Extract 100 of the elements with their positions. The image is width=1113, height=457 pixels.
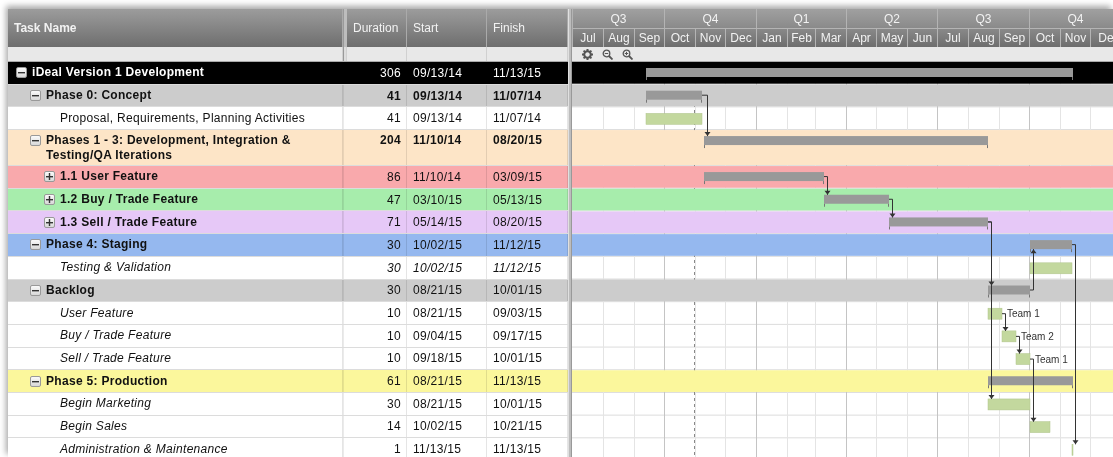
start-date-cell: 08/21/15 [413, 396, 463, 411]
collapse-button[interactable] [30, 284, 41, 296]
duration-cell: 30 [387, 260, 401, 275]
duration-cell: 306 [380, 65, 401, 80]
finish-date-cell: 11/12/15 [493, 260, 542, 275]
duration-cell: 41 [387, 111, 401, 126]
expand-button[interactable] [44, 216, 55, 228]
task-bar [987, 307, 1003, 320]
start-date-cell: 09/18/15 [413, 351, 463, 366]
finish-date-cell: 11/13/15 [493, 442, 542, 457]
dependency-arrow [1029, 248, 1037, 291]
collapse-button[interactable] [30, 90, 41, 102]
quarter-label: Q1 [756, 9, 846, 28]
duration-cell: 61 [387, 374, 401, 389]
start-date-cell: 08/21/15 [413, 374, 463, 389]
start-date-cell: 05/14/15 [413, 215, 463, 230]
task-name: Sell / Trade Feature [60, 350, 172, 366]
duration-cell: 71 [387, 215, 401, 230]
settings-icon[interactable] [582, 48, 593, 60]
duration-cell: 1 [394, 442, 401, 457]
summary-bar [1030, 240, 1072, 253]
quarter-label: Q3 [937, 9, 1029, 28]
finish-date-cell: 11/13/15 [493, 374, 542, 389]
finish-date-cell: 10/01/15 [493, 283, 543, 298]
task-name: Begin Sales [60, 418, 128, 434]
task-name: Begin Marketing [60, 396, 152, 412]
start-date-cell: 09/04/15 [413, 328, 463, 343]
summary-bar [988, 285, 1030, 298]
task-name: Phase 4: Staging [46, 237, 148, 253]
task-name: Buy / Trade Feature [60, 328, 172, 344]
dependency-arrow [823, 176, 831, 196]
start-date-cell: 11/10/14 [413, 169, 462, 184]
task-name: Phase 5: Production [46, 373, 168, 389]
start-date-cell: 10/02/15 [413, 419, 463, 434]
duration-cell: 10 [387, 351, 401, 366]
dependency-arrow [888, 198, 896, 218]
start-date-cell: 10/02/15 [413, 237, 463, 252]
task-name: 1.3 Sell / Trade Feature [60, 214, 198, 230]
finish-date-cell: 09/03/15 [493, 306, 543, 321]
task-name: Backlog [46, 282, 95, 298]
duration-cell: 204 [380, 133, 401, 148]
task-name: Phases 1 - 3: Development, Integration & Testing/QA Iterations [46, 133, 292, 164]
plus-icon [46, 196, 53, 204]
duration-cell: 86 [387, 169, 401, 184]
task-name: 1.2 Buy / Trade Feature [60, 192, 199, 208]
zoom-in-icon[interactable] [622, 48, 633, 60]
expand-button[interactable] [44, 194, 55, 206]
duration-cell: 14 [387, 419, 401, 434]
task-bar [1071, 444, 1074, 456]
start-date-cell: 03/10/15 [413, 192, 463, 207]
duration-cell: 41 [387, 88, 401, 103]
task-bar [1001, 330, 1017, 343]
finish-date-cell: 09/17/15 [493, 328, 543, 343]
finish-date-cell: 05/13/15 [493, 192, 543, 207]
dependency-arrow [1015, 335, 1023, 355]
finish-date-cell: 11/07/14 [493, 111, 542, 126]
duration-cell: 30 [387, 396, 401, 411]
expand-button[interactable] [44, 171, 55, 183]
task-name: Proposal, Requirements, Planning Activities [60, 110, 306, 126]
quarter-label: Q3 [572, 9, 664, 28]
finish-date-cell: 11/07/14 [493, 88, 542, 103]
start-date-cell: 08/21/15 [413, 283, 463, 298]
start-date-cell: 10/02/15 [413, 260, 463, 275]
task-bar [1015, 353, 1031, 365]
quarter-label: Q4 [1029, 9, 1113, 28]
duration-cell: 10 [387, 328, 401, 343]
collapse-button[interactable] [30, 239, 41, 251]
finish-date-cell: 11/13/15 [493, 65, 542, 80]
dependency-arrow [701, 94, 711, 137]
task-name: Administration & Maintenance [60, 441, 228, 457]
bar-label: Team 1 [1007, 308, 1040, 320]
bar-label: Team 1 [1035, 353, 1068, 365]
plus-icon [46, 173, 53, 181]
task-name: Testing & Validation [60, 260, 172, 276]
dependency-arrow [1029, 358, 1037, 423]
zoom-out-icon[interactable] [602, 48, 613, 60]
duration-cell: 30 [387, 237, 401, 252]
duration-cell: 10 [387, 306, 401, 321]
task-name: User Feature [60, 305, 134, 321]
task-name: iDeal Version 1 Development [32, 65, 205, 81]
summary-bar [824, 194, 889, 207]
start-date-cell: 09/13/14 [413, 65, 463, 80]
finish-date-cell: 11/12/15 [493, 237, 542, 252]
finish-date-cell: 08/20/15 [493, 133, 543, 148]
start-date-cell: 11/13/15 [413, 442, 462, 457]
task-bar [987, 398, 1031, 411]
plus-icon [46, 218, 53, 226]
collapse-button[interactable] [30, 375, 41, 387]
collapse-button[interactable] [30, 135, 41, 147]
finish-date-cell: 10/01/15 [493, 351, 543, 366]
task-bar [1029, 262, 1073, 275]
start-date-cell: 11/10/14 [413, 133, 462, 148]
task-name: Phase 0: Concept [46, 88, 152, 104]
duration-cell: 30 [387, 283, 401, 298]
finish-date-cell: 10/01/15 [493, 396, 543, 411]
start-date-cell: 09/13/14 [413, 111, 463, 126]
collapse-button[interactable] [16, 67, 27, 79]
quarter-label: Q2 [846, 9, 937, 28]
task-name: 1.1 User Feature [60, 169, 159, 185]
bar-label: Team 2 [1021, 330, 1054, 342]
